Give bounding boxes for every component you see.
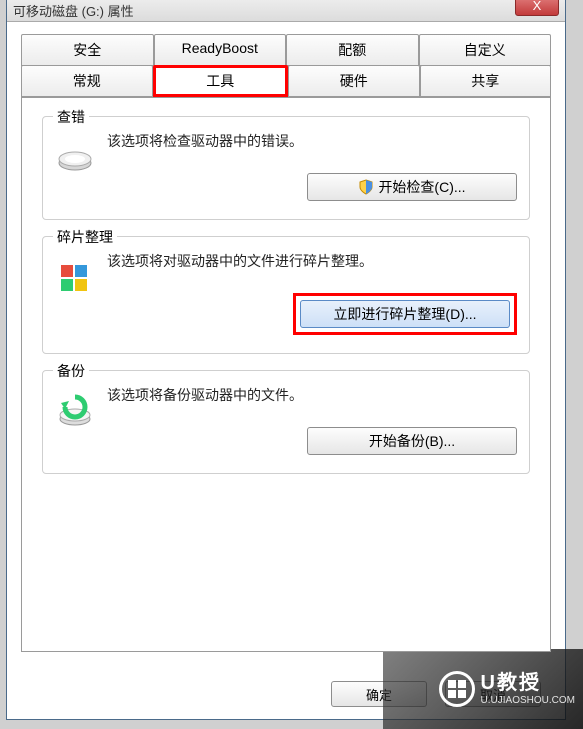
group-defrag: 碎片整理 该选项将对驱动器中的文件进行碎片整理。 立即进行碎片整理(D)... (42, 236, 530, 354)
tab-tools[interactable]: 工具 (153, 65, 289, 97)
start-check-button[interactable]: 开始检查(C)... (307, 173, 517, 201)
watermark: U教授 U.UJIAOSHOU.COM (383, 649, 583, 729)
tab-quota[interactable]: 配额 (286, 34, 419, 66)
tab-row-2: 常规 工具 硬件 共享 (21, 65, 551, 97)
group-title-defrag: 碎片整理 (53, 227, 117, 247)
close-button[interactable]: X (515, 0, 559, 16)
defrag-highlight: 立即进行碎片整理(D)... (293, 293, 517, 335)
defrag-desc: 该选项将对驱动器中的文件进行碎片整理。 (107, 251, 517, 271)
tab-readyboost[interactable]: ReadyBoost (154, 34, 287, 66)
check-desc: 该选项将检查驱动器中的错误。 (107, 131, 517, 151)
watermark-text: U教授 U.UJIAOSHOU.COM (481, 671, 575, 707)
group-title-backup: 备份 (53, 361, 89, 381)
group-backup: 备份 该选项将备份驱动器中的文件。 开始备份(B)... (42, 370, 530, 474)
defrag-icon (55, 257, 95, 297)
tab-sharing[interactable]: 共享 (420, 65, 552, 97)
shield-icon (358, 179, 374, 195)
defrag-now-button[interactable]: 立即进行碎片整理(D)... (300, 300, 510, 328)
tab-row-1: 安全 ReadyBoost 配额 自定义 (21, 34, 551, 65)
start-backup-button[interactable]: 开始备份(B)... (307, 427, 517, 455)
tools-panel: 查错 该选项将检查驱动器中的错误。 开始检查(C)... (21, 97, 551, 652)
window-title: 可移动磁盘 (G:) 属性 (13, 1, 134, 20)
tabstrip: 安全 ReadyBoost 配额 自定义 常规 工具 硬件 共享 (21, 34, 551, 97)
content-area: 安全 ReadyBoost 配额 自定义 常规 工具 硬件 共享 查错 (7, 22, 565, 662)
titlebar[interactable]: 可移动磁盘 (G:) 属性 (7, 0, 565, 22)
tab-hardware[interactable]: 硬件 (288, 65, 420, 97)
properties-dialog: 可移动磁盘 (G:) 属性 X 安全 ReadyBoost 配额 自定义 常规 … (6, 0, 566, 720)
backup-icon (55, 391, 95, 431)
drive-check-icon (55, 137, 95, 177)
tab-general[interactable]: 常规 (21, 65, 153, 97)
close-icon: X (533, 0, 542, 13)
tab-custom[interactable]: 自定义 (419, 34, 552, 66)
watermark-logo-icon (439, 671, 475, 707)
tab-security[interactable]: 安全 (21, 34, 154, 66)
backup-desc: 该选项将备份驱动器中的文件。 (107, 385, 517, 405)
group-error-check: 查错 该选项将检查驱动器中的错误。 开始检查(C)... (42, 116, 530, 220)
group-title-check: 查错 (53, 107, 89, 127)
